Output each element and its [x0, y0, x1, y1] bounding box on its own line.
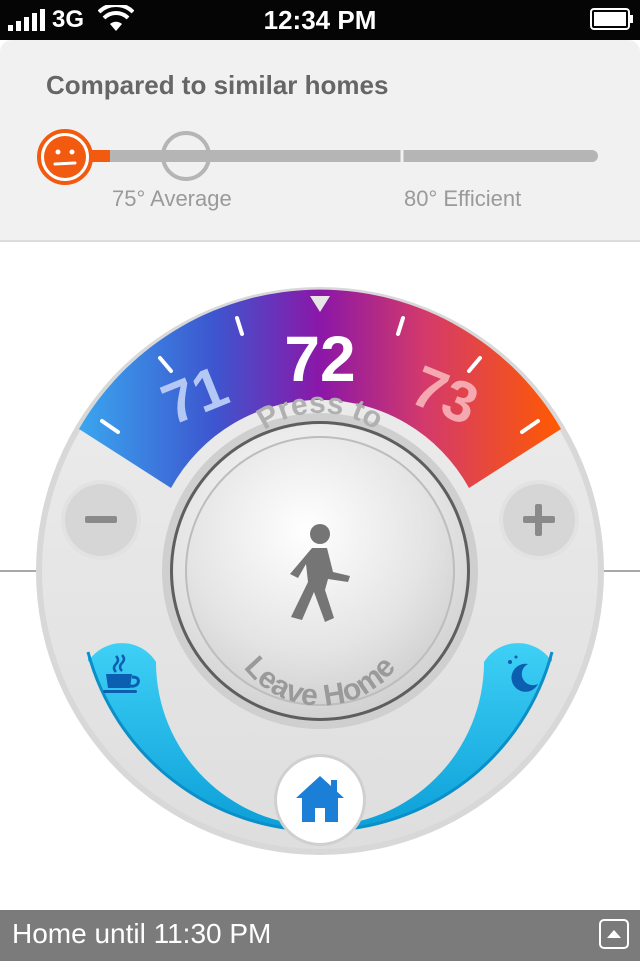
increase-temp-button[interactable]	[498, 479, 580, 561]
expand-footer-button[interactable]	[599, 919, 629, 949]
current-temperature: 72	[284, 323, 356, 395]
comparison-panel: Compared to similar homes 75° Average 80…	[0, 40, 640, 242]
coffee-cup-icon[interactable]	[100, 652, 144, 696]
chevron-up-icon	[607, 930, 621, 938]
battery-icon	[590, 8, 633, 30]
home-button[interactable]	[272, 752, 368, 848]
face-neutral-icon	[37, 129, 93, 185]
decrease-temp-button[interactable]	[60, 479, 142, 561]
status-footer: Home until 11:30 PM	[0, 910, 640, 961]
moon-stars-icon[interactable]	[502, 654, 542, 694]
minus-icon	[85, 516, 117, 523]
efficient-label: 80° Efficient	[404, 186, 522, 211]
comparison-scale	[82, 131, 598, 181]
status-bar: 3G 12:34 PM	[0, 0, 640, 40]
leave-home-button[interactable]	[190, 441, 450, 701]
average-label: 75° Average	[112, 186, 232, 211]
clock: 12:34 PM	[263, 5, 377, 35]
thermostat-dial: Press to Leave Home 72 71 73	[0, 242, 640, 910]
home-until-status: Home until 11:30 PM	[12, 918, 272, 949]
